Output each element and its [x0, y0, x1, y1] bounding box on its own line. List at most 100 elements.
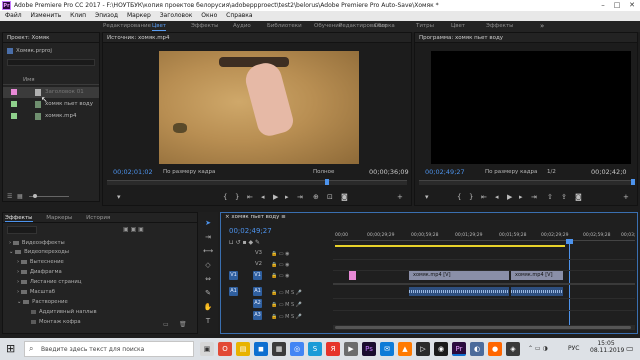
track-a2-target[interactable]: A2 — [253, 299, 262, 308]
mark-in-icon[interactable]: { — [223, 193, 227, 201]
minimize-button[interactable]: – — [596, 0, 610, 11]
workspace-assembly[interactable]: Сборка — [374, 21, 395, 32]
trash-icon[interactable]: 🗑 — [179, 321, 187, 328]
play-icon[interactable]: ▶ — [273, 193, 278, 201]
tab-markers[interactable]: Маркеры — [46, 215, 72, 221]
source-quality-select[interactable]: Полное — [313, 169, 334, 175]
go-to-in-icon[interactable]: ⇤ — [247, 193, 253, 201]
work-area-bar[interactable] — [335, 245, 565, 247]
program-timecode[interactable]: 00;02;49;27 — [425, 168, 465, 176]
timeline-tab[interactable]: × хомяк пьет воду ≡ — [225, 214, 286, 220]
workspace-effects-2[interactable]: Эффекты — [486, 21, 514, 32]
workspace-learning[interactable]: Обучение — [314, 21, 342, 32]
menu-marker[interactable]: Маркер — [127, 12, 151, 19]
track-select-icon[interactable]: ⇥ — [202, 232, 214, 242]
workspace-color-2[interactable]: Цвет — [451, 21, 465, 32]
timeline-tools-icons[interactable]: ⊔ ↺ ▪ ◆ ✎ — [229, 239, 260, 246]
razor-tool-icon[interactable]: ◇ — [202, 260, 214, 270]
video-track-controls[interactable]: 🔒 ▭ ◉ 🔒 ▭ ◉ 🔒 ▭ ◉ — [271, 249, 290, 282]
slip-tool-icon[interactable]: ⇔ — [202, 274, 214, 284]
task-view-icon[interactable]: ▣ — [200, 342, 214, 356]
timeline-timecode[interactable]: 00;02;49;27 — [229, 227, 272, 235]
tray-icons[interactable]: ⌃ ▭ ◑ — [528, 345, 548, 352]
step-back-icon[interactable]: ◂ — [261, 193, 265, 201]
source-video-frame[interactable] — [159, 51, 359, 164]
app2-icon[interactable]: ◐ — [470, 342, 484, 356]
track-a3-target[interactable]: A3 — [253, 311, 262, 320]
workspace-effects[interactable]: Эффекты — [191, 21, 219, 32]
zoom-slider-handle[interactable] — [33, 194, 37, 198]
source-playhead[interactable] — [325, 179, 329, 185]
source-fit-select[interactable]: По размеру кадра — [163, 169, 215, 175]
vlc-icon[interactable]: ▲ — [398, 342, 412, 356]
project-panel-title[interactable]: Проект: Хомяк — [3, 33, 99, 43]
step-forward-icon[interactable]: ▸ — [519, 193, 523, 201]
tree-item-dissolve[interactable]: ⌄ Растворение — [17, 298, 207, 307]
step-forward-icon[interactable]: ▸ — [285, 193, 289, 201]
workspace-audio[interactable]: Аудио — [233, 21, 251, 32]
tree-item-wipe[interactable]: › Вытеснение — [17, 258, 207, 267]
program-fit-select[interactable]: По размеру кадра — [485, 169, 537, 175]
maximize-button[interactable]: □ — [610, 0, 624, 11]
project-column-name[interactable]: Имя — [23, 77, 35, 83]
app4-icon[interactable]: ◈ — [506, 342, 520, 356]
tab-effects[interactable]: Эффекты — [5, 215, 33, 222]
play-icon[interactable]: ▶ — [507, 193, 512, 201]
source-time-ruler[interactable] — [107, 180, 407, 185]
tree-item-additive-dissolve[interactable]: Аддитивный наплыв — [31, 308, 221, 317]
program-video-frame[interactable] — [431, 51, 631, 164]
project-item-sequence[interactable]: хомяк пьет воду — [3, 99, 99, 110]
video-clip-2[interactable]: хомяк.mp4 [V] — [511, 271, 563, 280]
go-to-in-icon[interactable]: ⇤ — [481, 193, 487, 201]
add-button-icon[interactable]: + — [397, 193, 403, 201]
track-v3-label[interactable]: V3 — [255, 249, 262, 258]
add-button-icon[interactable]: + — [623, 193, 629, 201]
close-button[interactable]: ✕ — [625, 0, 639, 11]
taskbar-clock[interactable]: 15:05 08.11.2019 — [590, 340, 624, 354]
playhead-handle[interactable] — [566, 239, 573, 244]
selection-tool-icon[interactable]: ➤ — [202, 218, 214, 228]
marker-icon[interactable]: ▾ — [425, 193, 429, 201]
app3-icon[interactable]: ● — [488, 342, 502, 356]
windows-start-icon[interactable]: ⊞ — [6, 343, 18, 355]
list-view-icon[interactable]: ☰ — [7, 193, 12, 200]
audio-clip-1[interactable] — [409, 287, 509, 296]
skype-icon[interactable]: S — [308, 342, 322, 356]
tree-item-iris[interactable]: › Диафрагма — [17, 268, 207, 277]
lift-icon[interactable]: ⇧ — [547, 193, 553, 201]
menu-file[interactable]: Файл — [5, 12, 22, 19]
tab-history[interactable]: История — [86, 215, 110, 221]
tree-item-page-peel[interactable]: › Листание страниц — [17, 278, 207, 287]
menu-edit[interactable]: Изменить — [31, 12, 62, 19]
insert-icon[interactable]: ⊕ — [313, 193, 319, 201]
project-item-clip[interactable]: хомяк.mp4 — [3, 111, 99, 122]
program-time-ruler[interactable] — [419, 180, 635, 185]
track-v2-label[interactable]: V2 — [255, 260, 262, 269]
source-v1-patch[interactable]: V1 — [229, 271, 238, 280]
audio-clip-2[interactable] — [511, 287, 563, 296]
input-language[interactable]: РУС — [568, 345, 579, 352]
workspace-editing[interactable]: Редактирование — [103, 21, 151, 32]
accelerated-effects-icon[interactable]: ▣ ▣ ▣ — [123, 226, 144, 233]
taskbar-search-box[interactable]: ⌕ Введите здесь текст для поиска — [24, 341, 194, 357]
overwrite-icon[interactable]: ⊡ — [327, 193, 333, 201]
notifications-icon[interactable]: ▭ — [626, 344, 634, 353]
tree-item-video-effects[interactable]: › Видеоэффекты — [9, 239, 199, 248]
menu-title[interactable]: Заголовок — [160, 12, 193, 19]
effects-search-input[interactable] — [7, 226, 37, 234]
opera-icon[interactable]: O — [218, 342, 232, 356]
more-workspaces-icon[interactable]: » — [540, 21, 544, 32]
project-search-input[interactable] — [7, 59, 95, 66]
source-a1-patch[interactable]: A1 — [229, 287, 238, 296]
media-player-icon[interactable]: ◉ — [434, 342, 448, 356]
yandex-icon[interactable]: Я — [326, 342, 340, 356]
video-clip-1[interactable]: хомяк.mp4 [V] — [409, 271, 509, 280]
app-icon[interactable]: ▦ — [272, 342, 286, 356]
ripple-edit-icon[interactable]: ⟷ — [202, 246, 214, 256]
scrollbar-thumb[interactable] — [335, 326, 631, 329]
go-to-out-icon[interactable]: ⇥ — [531, 193, 537, 201]
camera-icon[interactable]: ◙ — [341, 193, 348, 201]
camera-icon[interactable]: ◙ — [575, 193, 582, 201]
track-v1-target[interactable]: V1 — [253, 271, 262, 280]
program-ratio-select[interactable]: 1/2 — [547, 169, 556, 175]
